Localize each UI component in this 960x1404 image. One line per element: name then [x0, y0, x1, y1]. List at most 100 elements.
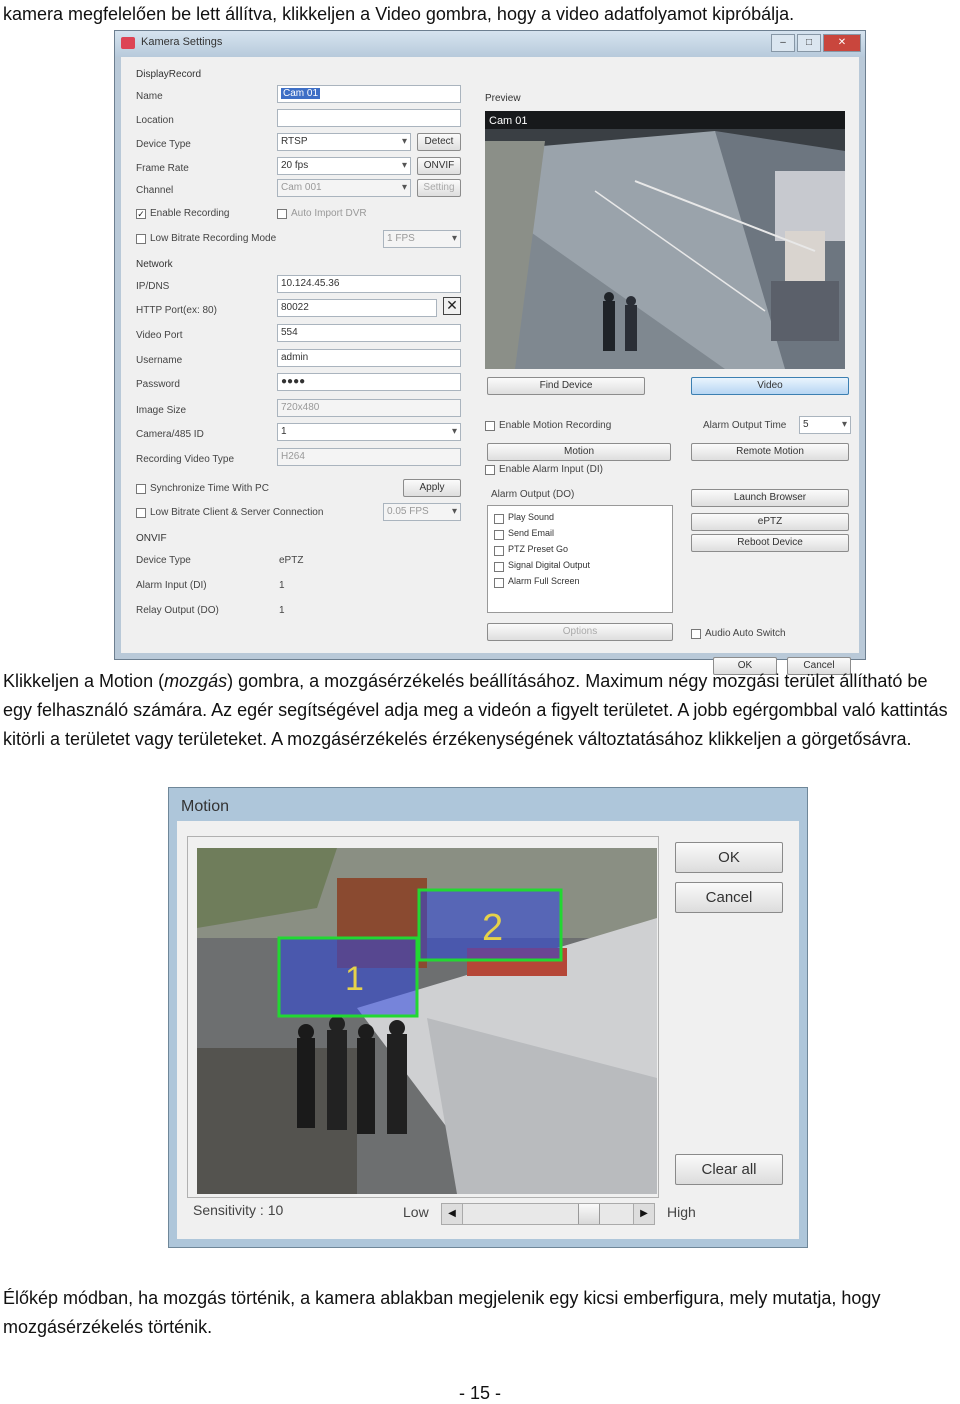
alarm-output-time-label: Alarm Output Time	[703, 420, 787, 431]
window-title: Kamera Settings	[141, 36, 223, 48]
enable-recording-label: Enable Recording	[150, 208, 230, 219]
alarm-item-checkbox[interactable]	[494, 578, 504, 588]
low-bitrate-mode-checkbox[interactable]	[136, 234, 146, 244]
camera-preview-image: Cam 01	[485, 111, 845, 369]
username-input[interactable]: admin	[277, 349, 461, 367]
motion-video-area[interactable]: 1 2	[197, 848, 657, 1194]
alarm-output-label: Alarm Output (DO)	[491, 489, 575, 500]
page-number: - 15 -	[458, 1383, 501, 1403]
section-display-record: DisplayRecord	[136, 69, 202, 80]
http-port-input[interactable]: 80022	[277, 299, 437, 317]
onvif-device-type-value: ePTZ	[279, 555, 304, 566]
high-label: High	[667, 1204, 696, 1220]
motion-button[interactable]: Motion	[487, 443, 671, 461]
low-bitrate-client-fps-select[interactable]: 0.05 FPS	[383, 503, 461, 521]
section-preview: Preview	[485, 93, 521, 104]
motion-instructions: Klikkeljen a Motion (mozgás) gombra, a m…	[3, 667, 958, 754]
closing-text: Élőkép módban, ha mozgás történik, a kam…	[3, 1288, 881, 1337]
alarm-item-checkbox[interactable]	[494, 546, 504, 556]
alarm-item-checkbox[interactable]	[494, 514, 504, 524]
section-onvif: ONVIF	[136, 533, 167, 544]
image-size-input[interactable]: 720x480	[277, 399, 461, 417]
maximize-button[interactable]: □	[797, 34, 821, 52]
detect-button[interactable]: Detect	[417, 133, 461, 151]
low-bitrate-client-checkbox[interactable]	[136, 508, 146, 518]
alarm-item-ptz[interactable]: PTZ Preset Go	[508, 544, 568, 554]
sensitivity-slider[interactable]: ◀ ▶	[441, 1203, 655, 1225]
frame-rate-select[interactable]: 20 fps	[277, 157, 411, 175]
clear-all-button[interactable]: Clear all	[675, 1154, 783, 1185]
window-titlebar: Kamera Settings – □ ✕	[115, 31, 865, 57]
reboot-device-button[interactable]: Reboot Device	[691, 534, 849, 552]
alarm-item-checkbox[interactable]	[494, 562, 504, 572]
alarm-item-digital-output[interactable]: Signal Digital Output	[508, 560, 590, 570]
sync-time-label: Synchronize Time With PC	[150, 483, 269, 494]
alarm-item-play-sound[interactable]: Play Sound	[508, 512, 554, 522]
audio-auto-switch-label: Audio Auto Switch	[705, 628, 786, 639]
camera-id-select[interactable]: 1	[277, 423, 461, 441]
alarm-input-value: 1	[279, 580, 285, 591]
alarm-output-list: Play Sound Send Email PTZ Preset Go Sign…	[487, 505, 673, 613]
camera-settings-window: Kamera Settings – □ ✕ DisplayRecord Name…	[114, 30, 866, 675]
alarm-item-checkbox[interactable]	[494, 530, 504, 540]
find-device-button[interactable]: Find Device	[487, 377, 645, 395]
preview-caption: Cam 01	[489, 115, 528, 127]
low-bitrate-fps-select[interactable]: 1 FPS	[383, 230, 461, 248]
auto-import-checkbox[interactable]	[277, 209, 287, 219]
ip-label: IP/DNS	[136, 281, 170, 292]
video-type-label: Recording Video Type	[136, 454, 235, 465]
motion-window: Motion 1 2 OK Cancel Clear all Sensitivi…	[168, 787, 808, 1248]
video-button[interactable]: Video	[691, 377, 849, 395]
slider-left-arrow-icon[interactable]: ◀	[442, 1204, 463, 1224]
motion-cancel-button[interactable]: Cancel	[675, 882, 783, 913]
enable-alarm-checkbox[interactable]	[485, 465, 495, 475]
zone-2-label: 2	[482, 907, 503, 949]
alarm-input-label: Alarm Input (DI)	[136, 580, 207, 591]
low-label: Low	[403, 1204, 429, 1220]
camera-id-label: Camera/485 ID	[136, 429, 204, 440]
eptz-button[interactable]: ePTZ	[691, 513, 849, 531]
low-bitrate-client-label: Low Bitrate Client & Server Connection	[150, 507, 324, 518]
name-label: Name	[136, 91, 163, 102]
motion-ok-button[interactable]: OK	[675, 842, 783, 873]
remote-motion-button[interactable]: Remote Motion	[691, 443, 849, 461]
minimize-button[interactable]: –	[771, 34, 795, 52]
slider-thumb[interactable]	[578, 1204, 600, 1224]
alarm-item-send-email[interactable]: Send Email	[508, 528, 554, 538]
device-type-select[interactable]: RTSP	[277, 133, 411, 151]
launch-browser-button[interactable]: Launch Browser	[691, 489, 849, 507]
enable-motion-checkbox[interactable]	[485, 421, 495, 431]
alarm-item-full-screen[interactable]: Alarm Full Screen	[508, 576, 580, 586]
setting-button[interactable]: Setting	[417, 179, 461, 197]
motion-window-title: Motion	[181, 798, 230, 815]
relay-output-value: 1	[279, 605, 285, 616]
frame-rate-label: Frame Rate	[136, 163, 189, 174]
apply-button[interactable]: Apply	[403, 479, 461, 497]
enable-recording-checkbox[interactable]: ✓	[136, 209, 146, 219]
ip-input[interactable]: 10.124.45.36	[277, 275, 461, 293]
onvif-button[interactable]: ONVIF	[417, 157, 461, 175]
app-icon	[121, 37, 135, 49]
intro-text: kamera megfelelően be lett állítva, klik…	[3, 4, 795, 24]
enable-alarm-label: Enable Alarm Input (DI)	[499, 464, 603, 475]
video-port-input[interactable]: 554	[277, 324, 461, 342]
audio-auto-switch-checkbox[interactable]	[691, 629, 701, 639]
password-input[interactable]: ●●●●	[277, 373, 461, 391]
video-type-input[interactable]: H264	[277, 448, 461, 466]
channel-label: Channel	[136, 185, 174, 196]
sync-time-checkbox[interactable]	[136, 484, 146, 494]
location-input[interactable]	[277, 109, 461, 127]
name-input[interactable]: Cam 01	[277, 85, 461, 103]
alarm-output-time-select[interactable]: 5	[799, 416, 851, 434]
options-button[interactable]: Options	[487, 623, 673, 641]
device-type-label: Device Type	[136, 139, 191, 150]
video-port-label: Video Port	[136, 330, 183, 341]
relay-output-label: Relay Output (DO)	[136, 605, 219, 616]
username-label: Username	[136, 355, 183, 366]
location-label: Location	[136, 115, 174, 126]
slider-right-arrow-icon[interactable]: ▶	[633, 1204, 654, 1224]
channel-select[interactable]: Cam 001	[277, 179, 411, 197]
clear-icon[interactable]: ✕	[443, 297, 461, 315]
low-bitrate-mode-label: Low Bitrate Recording Mode	[150, 233, 277, 244]
close-button[interactable]: ✕	[823, 34, 861, 52]
